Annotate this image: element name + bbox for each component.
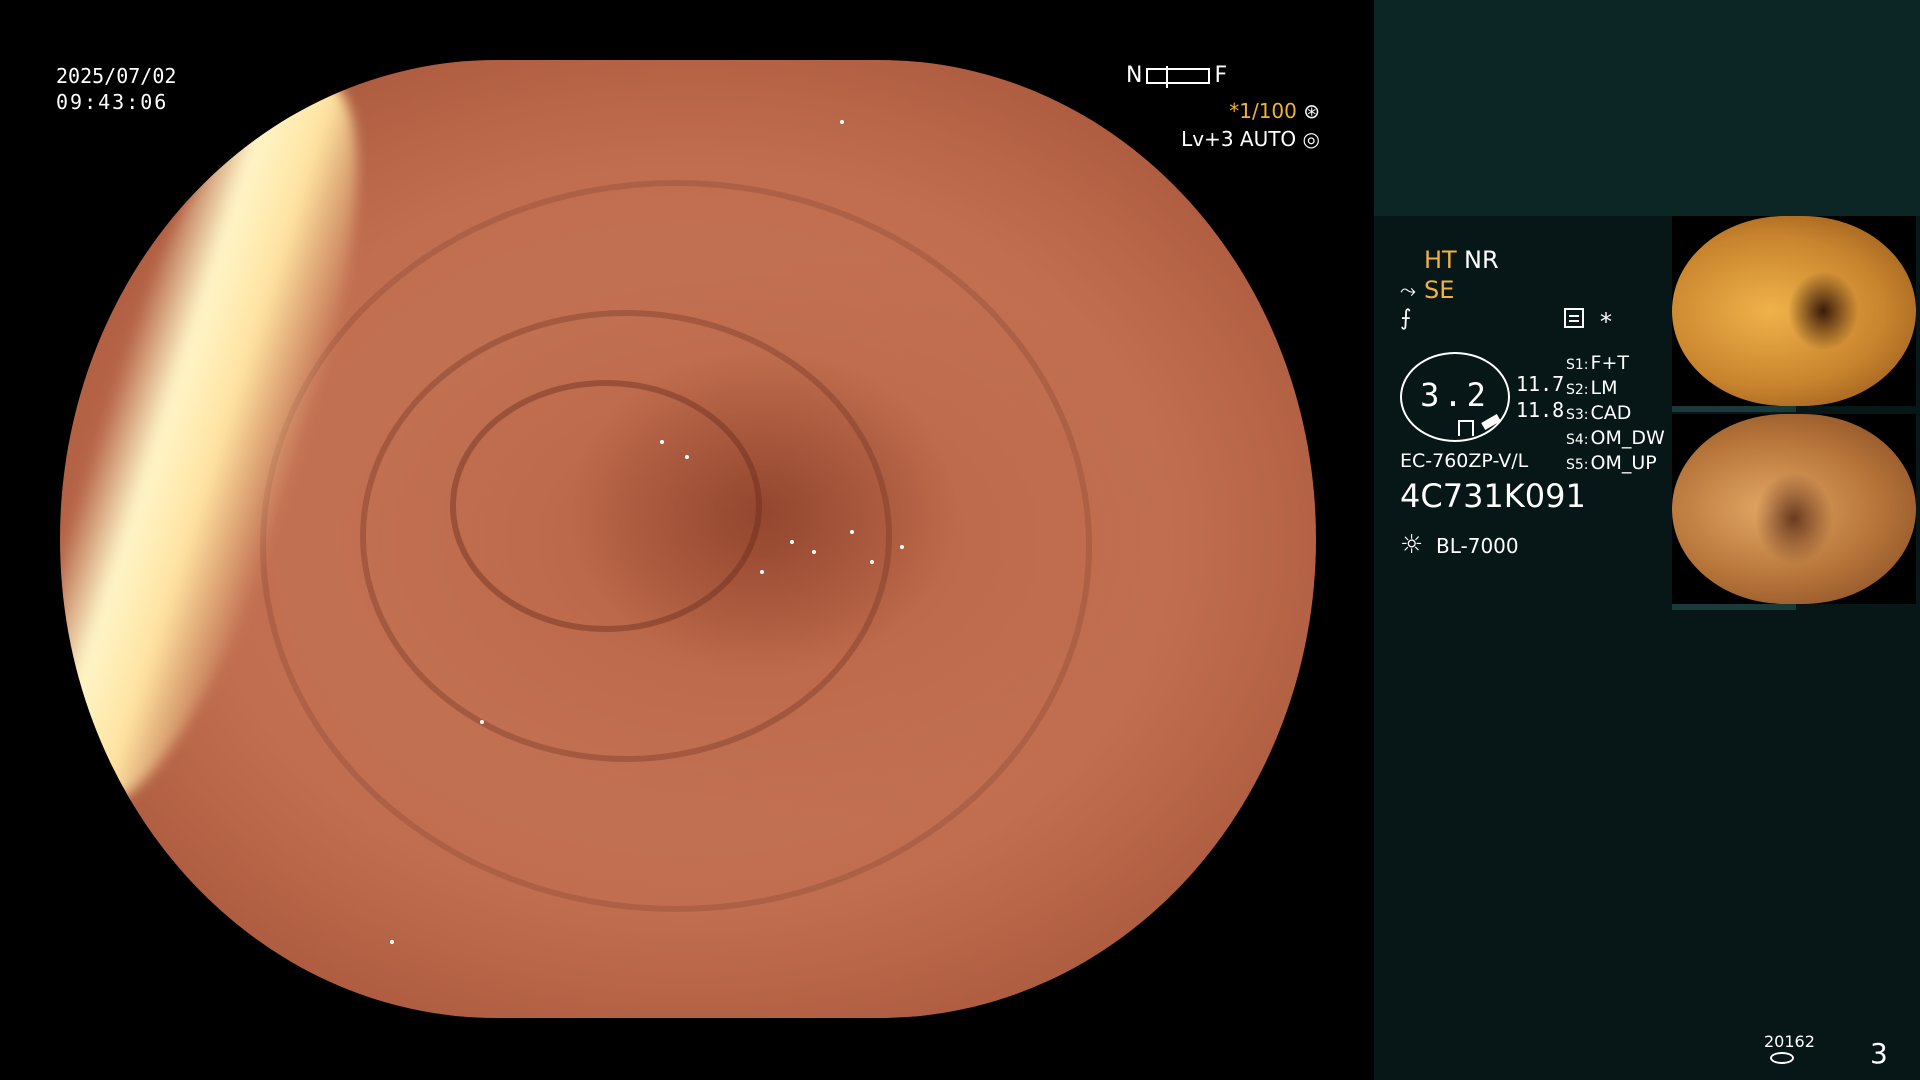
thumbnail-divider bbox=[1672, 604, 1796, 610]
setting-key: S2: bbox=[1566, 382, 1589, 398]
reflection-speck bbox=[870, 560, 874, 564]
shutter-value: *1/100 bbox=[1229, 99, 1297, 123]
setting-row: S1: F+T bbox=[1566, 352, 1629, 374]
asterisk-indicator: * bbox=[1600, 308, 1612, 336]
near-far-scale: N F bbox=[1126, 63, 1228, 88]
gauge-value: 3.2 bbox=[1420, 376, 1490, 414]
page-number: 3 bbox=[1870, 1037, 1888, 1070]
light-source-icon: ☼ bbox=[1400, 530, 1424, 560]
image-count: 20162 bbox=[1764, 1032, 1815, 1051]
setting-value: LM bbox=[1590, 377, 1618, 399]
far-label: F bbox=[1214, 63, 1228, 88]
thumbnail-image bbox=[1672, 414, 1916, 604]
scope-serial: 4C731K091 bbox=[1400, 477, 1586, 515]
aperture-icon: ⊛ bbox=[1303, 99, 1320, 123]
gauge-marker bbox=[1481, 414, 1501, 430]
reflection-speck bbox=[390, 940, 394, 944]
setting-key: S4: bbox=[1566, 432, 1589, 448]
light-source-model: BL-7000 bbox=[1436, 534, 1519, 558]
reflection-speck bbox=[850, 530, 854, 534]
setting-row: S2: LM bbox=[1566, 377, 1618, 399]
freeze-icon: ⨍ bbox=[1400, 306, 1412, 331]
zoom-gauge: 3.2 bbox=[1400, 352, 1510, 442]
reading-value-1: 11.7 bbox=[1516, 372, 1565, 396]
status-panel: HT NR ⤳ SE ⨍ * 3.2 11.7 11.8 S1: F+T S2: L… bbox=[1374, 0, 1920, 1080]
level-value: Lv+3 AUTO bbox=[1181, 127, 1297, 151]
lumen-ring bbox=[450, 380, 762, 632]
setting-row: S3: CAD bbox=[1566, 402, 1631, 424]
focus-bar bbox=[1146, 66, 1211, 88]
settings-icon bbox=[1564, 308, 1584, 328]
gauge-notch bbox=[1458, 420, 1474, 436]
se-indicator: SE bbox=[1424, 276, 1455, 304]
nr-indicator: NR bbox=[1464, 246, 1499, 274]
reflection-speck bbox=[685, 455, 689, 459]
setting-row: S4: OM_DW bbox=[1566, 427, 1665, 449]
setting-row: S5: OM_UP bbox=[1566, 452, 1657, 474]
scope-model: EC-760ZP-V/L bbox=[1400, 450, 1529, 472]
time-display: 09:43:06 bbox=[56, 90, 169, 114]
shutter-speed: *1/100 ⊛ bbox=[1229, 101, 1320, 121]
reflection-speck bbox=[760, 570, 764, 574]
enhance-icon: ⤳ bbox=[1400, 278, 1416, 302]
endoscope-image bbox=[60, 60, 1316, 1018]
brightness-level: Lv+3 AUTO ◎ bbox=[1181, 129, 1320, 149]
reading-value-2: 11.8 bbox=[1516, 398, 1565, 422]
reflection-speck bbox=[812, 550, 816, 554]
panel-header bbox=[1374, 0, 1920, 216]
setting-value: OM_UP bbox=[1590, 452, 1657, 474]
reflection-speck bbox=[660, 440, 664, 444]
thumbnail-divider bbox=[1672, 406, 1796, 412]
captured-thumbnail-2[interactable] bbox=[1672, 414, 1916, 604]
setting-key: S5: bbox=[1566, 457, 1589, 473]
date-display: 2025/07/02 bbox=[56, 64, 177, 88]
disk-icon bbox=[1770, 1052, 1794, 1064]
setting-value: OM_DW bbox=[1590, 427, 1665, 449]
reflection-speck bbox=[900, 545, 904, 549]
reflection-speck bbox=[480, 720, 484, 724]
setting-value: F+T bbox=[1590, 352, 1629, 374]
reflection-speck bbox=[840, 120, 844, 124]
setting-key: S1: bbox=[1566, 357, 1589, 373]
setting-key: S3: bbox=[1566, 407, 1589, 423]
captured-thumbnail-1[interactable] bbox=[1672, 216, 1916, 406]
thumbnail-image bbox=[1672, 216, 1916, 406]
color-mode-icon: ◎ bbox=[1302, 127, 1320, 151]
reflection-speck bbox=[790, 540, 794, 544]
setting-value: CAD bbox=[1590, 402, 1632, 424]
ht-indicator: HT bbox=[1424, 246, 1457, 274]
near-label: N bbox=[1126, 63, 1143, 88]
